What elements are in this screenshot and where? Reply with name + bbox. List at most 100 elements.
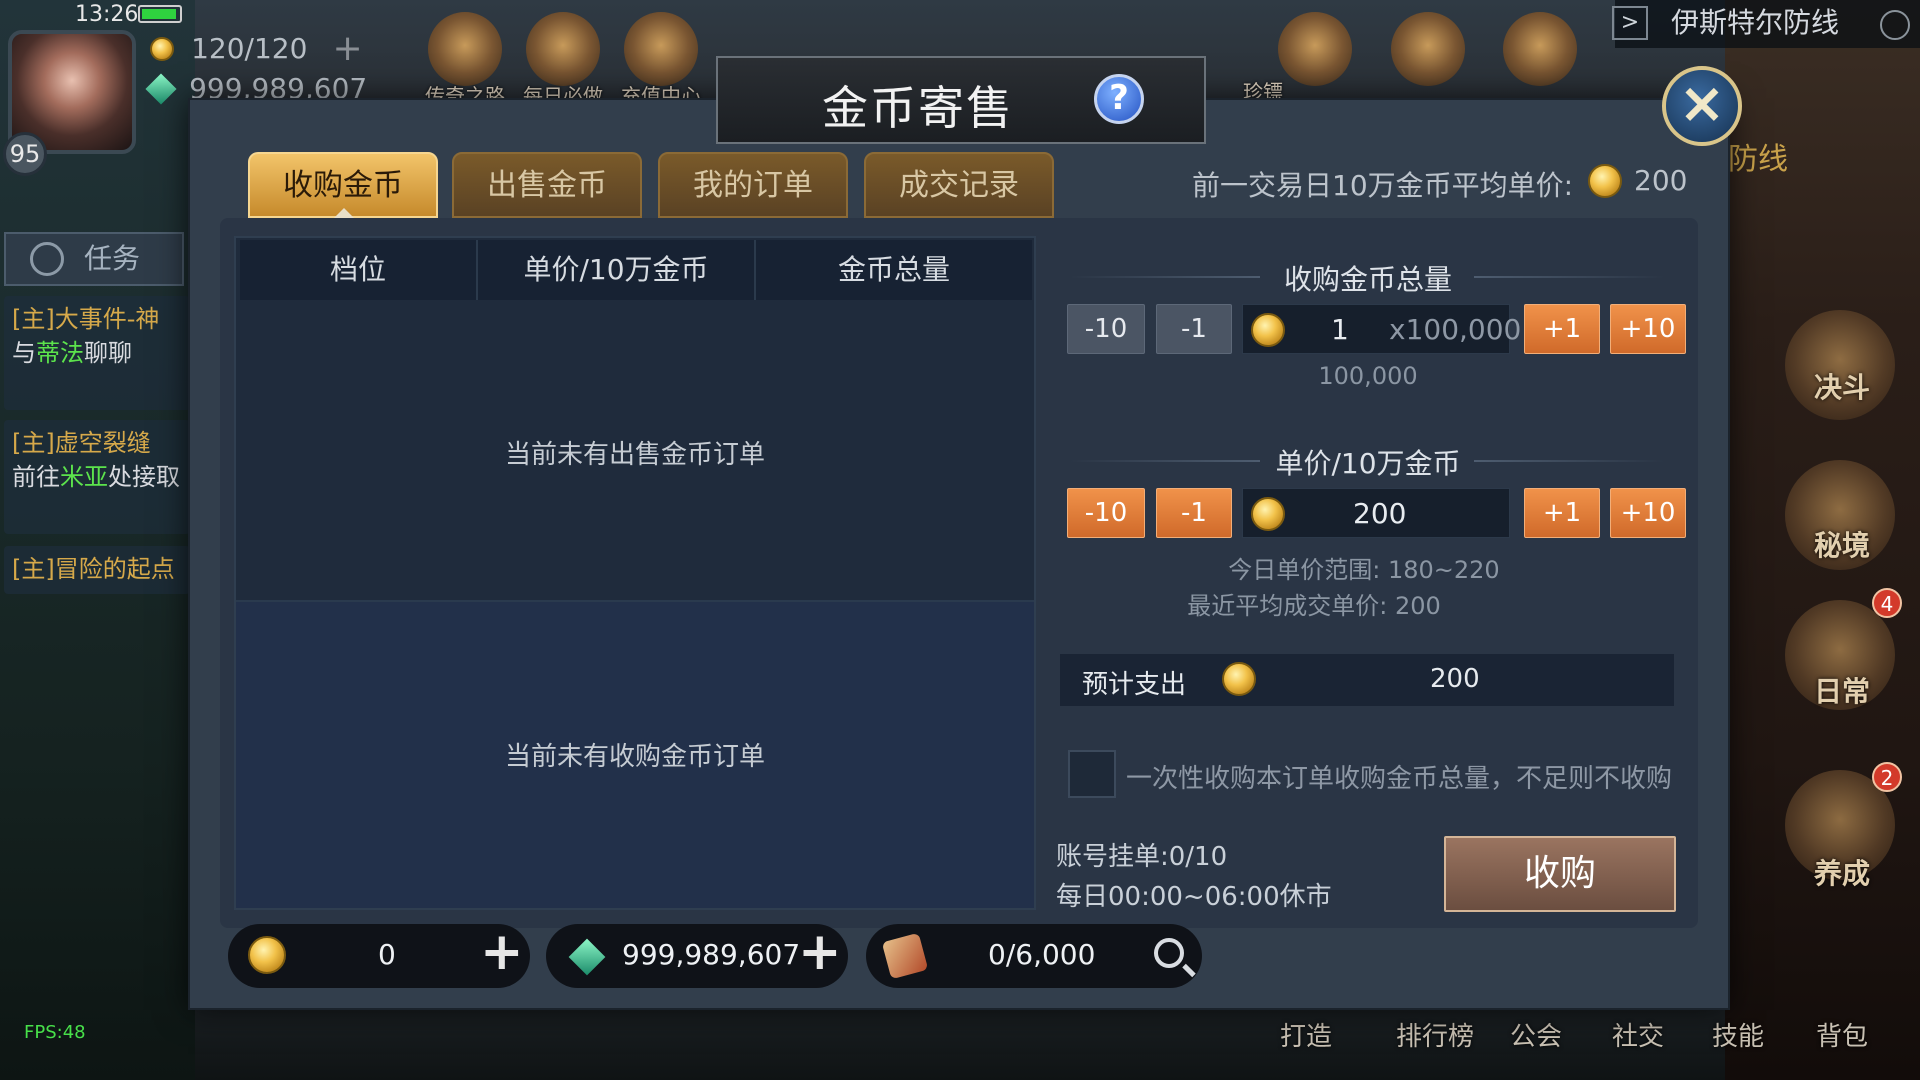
price-minus10-button[interactable]: -10 [1067, 488, 1145, 538]
ticket-amount: 0/6,000 [988, 938, 1096, 971]
quest-desc-prefix: 前往 [12, 463, 60, 491]
battery-icon [138, 5, 182, 23]
help-icon[interactable]: ? [1094, 74, 1144, 124]
gold-coin-icon [1251, 313, 1285, 347]
quest-item[interactable]: [主]大事件-神 与蒂法聊聊 [4, 296, 190, 410]
qty-input[interactable]: 1 x100,000 [1242, 304, 1521, 354]
buy-all-or-none-checkbox[interactable] [1068, 750, 1116, 798]
gem-icon [145, 72, 177, 105]
daily-icon [526, 12, 600, 86]
col-tier: 档位 [329, 253, 386, 286]
price-value: 200 [1353, 497, 1407, 530]
market-hours: 每日00:00~06:00休市 [1056, 882, 1332, 912]
bottom-hud-background [195, 1010, 1725, 1080]
tab-my-orders[interactable]: 我的订单 [658, 152, 848, 218]
auction-hammer-icon [1278, 12, 1352, 86]
quest-title: [主]大事件-神 [12, 305, 160, 333]
price-range-hint: 今日单价范围: 180~220 [1228, 556, 1500, 584]
qty-total: 100,000 [1318, 362, 1418, 390]
buy-button[interactable]: 收购 [1444, 836, 1676, 912]
map-expand-icon[interactable]: > [1612, 6, 1648, 40]
menu-recharge[interactable]: 充值中心 [616, 12, 706, 109]
bottom-guild[interactable]: 公会 [1510, 1016, 1562, 1053]
cultivate-badge: 2 [1872, 762, 1902, 792]
qty-plus1-button[interactable]: +1 [1524, 304, 1600, 354]
quantity-title: 收购金币总量 [1283, 263, 1452, 296]
quest-item[interactable]: [主]冒险的起点 [4, 546, 190, 594]
quest-title: [主]冒险的起点 [12, 555, 175, 583]
gift-icon [1503, 12, 1577, 86]
search-icon[interactable] [1154, 938, 1184, 968]
ticket-currency-pill: 0/6,000 [866, 924, 1202, 988]
modal-title-bar: 金币寄售 ? [716, 56, 1206, 144]
price-plus10-button[interactable]: +10 [1610, 488, 1686, 538]
map-name[interactable]: 伊斯特尔防线 [1615, 0, 1920, 48]
add-gold-button[interactable]: + [480, 922, 524, 982]
qty-plus10-button[interactable]: +10 [1610, 304, 1686, 354]
map-search-icon[interactable] [1880, 10, 1910, 40]
diamond-icon [568, 938, 606, 976]
quest-desc-prefix: 与 [12, 339, 36, 367]
gold-coin-icon [248, 936, 286, 974]
menu-auction[interactable] [1265, 12, 1365, 86]
tab-sell-gold[interactable]: 出售金币 [452, 152, 642, 218]
task-tab-label: 任务 [84, 242, 141, 275]
bottom-ranking[interactable]: 排行榜 [1396, 1016, 1474, 1053]
col-unit-price: 单价/10万金币 [523, 253, 709, 286]
ref-price-value: 200 [1634, 164, 1688, 197]
close-button[interactable]: × [1662, 66, 1742, 146]
stamina-row: 120/120 + [150, 28, 363, 69]
bottom-bag[interactable]: 背包 [1816, 1016, 1868, 1053]
cultivate-label: 养成 [1814, 857, 1871, 890]
recharge-icon [624, 12, 698, 86]
account-orders: 账号挂单:0/10 [1056, 842, 1228, 872]
qty-minus1-button[interactable]: -1 [1156, 304, 1232, 354]
duel-label: 决斗 [1814, 371, 1871, 404]
menu-daily[interactable]: 每日必做 [518, 12, 608, 109]
bottom-skills[interactable]: 技能 [1712, 1016, 1764, 1053]
add-diamond-button[interactable]: + [798, 922, 842, 982]
price-input[interactable]: 200 [1242, 488, 1510, 538]
bottom-social[interactable]: 社交 [1612, 1016, 1664, 1053]
menu-welfare[interactable] [1490, 12, 1590, 86]
gold-amount: 0 [378, 938, 396, 971]
gold-currency-pill: 0 + [228, 922, 530, 988]
qty-unit: x100,000 [1389, 313, 1522, 346]
modal-title: 金币寄售 [822, 81, 1014, 135]
ref-price-label: 前一交易日10万金币平均单价: [1192, 169, 1574, 202]
gold-coin-icon [1588, 164, 1622, 198]
diamond-currency-pill: 999,989,607 + [546, 922, 848, 988]
expense-label: 预计支出 [1082, 670, 1187, 700]
empty-buy-orders-msg: 当前未有收购金币订单 [504, 742, 765, 772]
qty-minus10-button[interactable]: -10 [1067, 304, 1145, 354]
secret-realm-label: 秘境 [1814, 529, 1871, 562]
shop-icon [1391, 12, 1465, 86]
menu-shop[interactable] [1378, 12, 1478, 86]
quest-desc-suffix: 处接取 [108, 463, 180, 491]
gold-coin-icon [1251, 497, 1285, 531]
quest-item[interactable]: [主]虚空裂缝 前往米亚处接取 [4, 420, 190, 534]
tab-buy-gold[interactable]: 收购金币 [248, 152, 438, 220]
task-scroll-icon [30, 242, 64, 276]
empty-sell-orders-msg: 当前未有出售金币订单 [504, 440, 765, 470]
price-plus1-button[interactable]: +1 [1524, 488, 1600, 538]
stamina-value: 120/120 [191, 32, 308, 65]
stamina-icon [150, 36, 174, 61]
menu-legend-road[interactable]: 传奇之路 [420, 12, 510, 109]
col-gold-total: 金币总量 [837, 253, 950, 286]
daily-badge: 4 [1872, 588, 1902, 618]
daily-label: 日常 [1814, 675, 1871, 708]
tab-trade-history[interactable]: 成交记录 [864, 152, 1054, 218]
recent-avg-price: 最近平均成交单价: 200 [1187, 592, 1441, 620]
quest-desc-suffix: 聊聊 [84, 339, 132, 367]
bottom-craft[interactable]: 打造 [1280, 1016, 1332, 1053]
stamina-add-button[interactable]: + [333, 28, 363, 69]
table-split-line [236, 600, 1034, 602]
expense-value: 200 [1430, 664, 1480, 694]
section-line-right [1474, 460, 1664, 462]
status-clock: 13:26 [75, 2, 139, 27]
price-minus1-button[interactable]: -1 [1156, 488, 1232, 538]
expected-expense-row: 预计支出 200 [1060, 654, 1674, 706]
legend-road-icon [428, 12, 502, 86]
gold-coin-icon [1222, 662, 1256, 696]
